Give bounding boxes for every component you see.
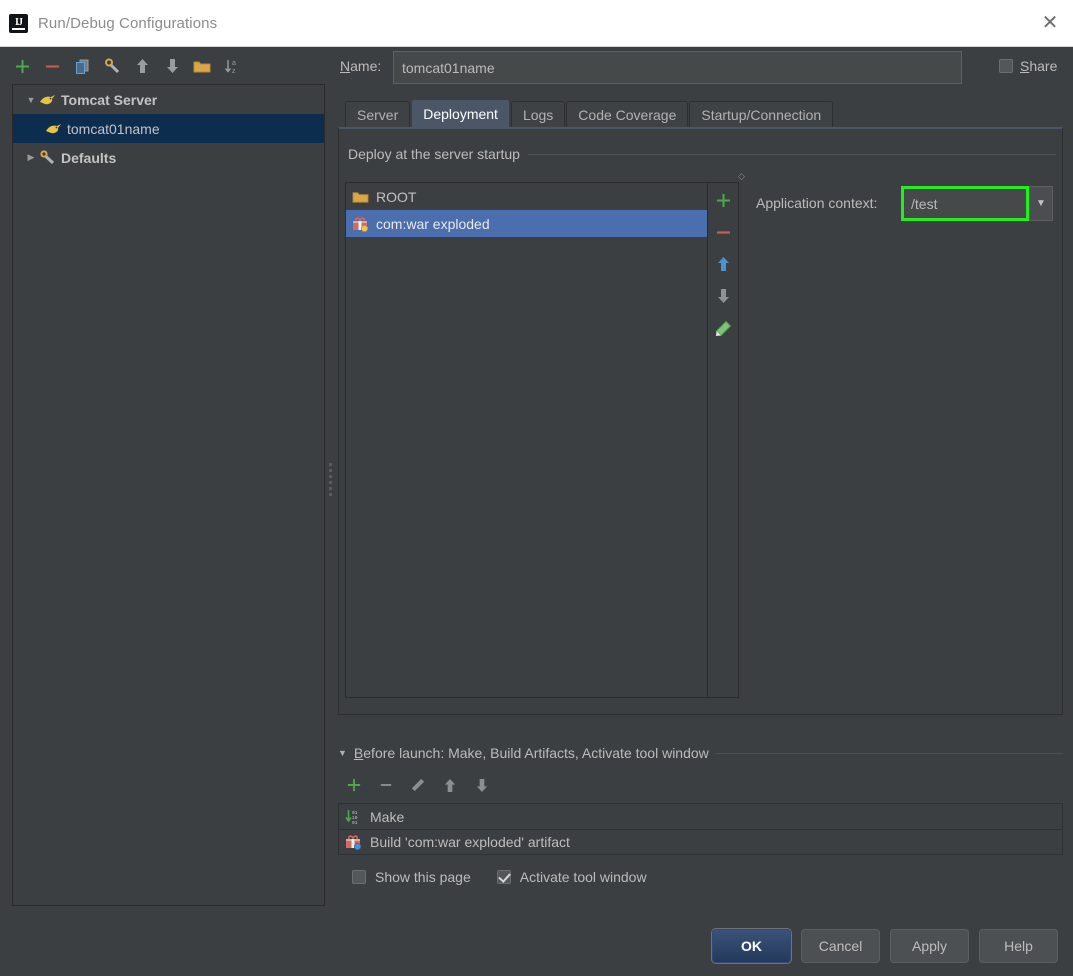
application-context-combobox[interactable]: /test ▼ xyxy=(901,186,1053,221)
edit-artifact-button[interactable] xyxy=(712,317,734,339)
dialog-buttons: OK Cancel Apply Help xyxy=(712,929,1058,963)
page-title: Run/Debug Configurations xyxy=(38,14,218,32)
list-item[interactable]: com:war exploded xyxy=(346,210,707,237)
deployment-artifacts-list[interactable]: ROOT com:war exploded xyxy=(345,182,708,698)
list-item-label: Make xyxy=(370,808,405,825)
configuration-tabs: Server Deployment Logs Code Coverage Sta… xyxy=(345,99,834,128)
resize-grip-icon: ◇ xyxy=(738,171,745,181)
section-divider xyxy=(527,153,1056,155)
edit-task-button[interactable] xyxy=(408,775,428,795)
checkbox-box[interactable] xyxy=(496,870,511,884)
list-item-label: ROOT xyxy=(376,188,417,205)
tab-server[interactable]: Server xyxy=(345,101,411,128)
deploy-section-header: Deploy at the server startup xyxy=(348,146,1056,162)
deploy-section-title: Deploy at the server startup xyxy=(348,146,520,162)
before-launch-toolbar xyxy=(344,775,492,795)
remove-task-button[interactable] xyxy=(376,775,396,795)
list-item[interactable]: Build 'com:war exploded' artifact xyxy=(338,829,1063,855)
add-configuration-button[interactable] xyxy=(12,56,32,76)
configurations-toolbar: a z xyxy=(12,52,262,80)
before-launch-tasks-list[interactable]: 01 10 01 Make Build 'com:war exploded' a… xyxy=(338,803,1063,855)
tomcat-icon xyxy=(40,94,55,104)
tab-logs[interactable]: Logs xyxy=(510,101,566,128)
show-this-page-checkbox[interactable]: Show this page xyxy=(352,869,471,885)
move-artifact-up-button[interactable] xyxy=(712,253,734,275)
tab-code-coverage[interactable]: Code Coverage xyxy=(566,101,689,128)
move-down-button[interactable] xyxy=(162,56,182,76)
checkbox-label: Activate tool window xyxy=(519,869,647,885)
artifact-icon xyxy=(353,216,369,232)
close-icon[interactable]: ✕ xyxy=(1027,0,1073,45)
svg-text:01: 01 xyxy=(352,820,358,825)
move-up-button[interactable] xyxy=(132,56,152,76)
move-artifact-down-button[interactable] xyxy=(712,285,734,307)
share-label: Share xyxy=(1020,58,1058,74)
share-checkbox[interactable]: Share xyxy=(999,58,1057,74)
intellij-logo-icon: IJ xyxy=(9,13,28,33)
create-folder-button[interactable] xyxy=(192,56,212,76)
add-artifact-button[interactable] xyxy=(712,189,734,211)
ok-button[interactable]: OK xyxy=(712,929,791,963)
tree-node-label: Tomcat Server xyxy=(61,91,158,108)
before-launch-header: ▼ Before launch: Make, Build Artifacts, … xyxy=(338,745,1063,761)
tree-node-label: Defaults xyxy=(61,149,117,166)
configurations-tree: ▼ Tomcat Server tomcat01name ▶ Defaults xyxy=(12,84,325,906)
help-button[interactable]: Help xyxy=(979,929,1058,963)
logo-text: IJ xyxy=(15,17,23,28)
move-task-down-button[interactable] xyxy=(472,775,492,795)
svg-text:z: z xyxy=(232,68,236,75)
run-debug-configurations-dialog: IJ Run/Debug Configurations ✕ a z ▼ Tomc… xyxy=(0,0,1073,976)
artifact-icon xyxy=(346,835,362,850)
checkbox-label: Show this page xyxy=(375,869,471,885)
add-task-button[interactable] xyxy=(344,775,364,795)
move-task-up-button[interactable] xyxy=(440,775,460,795)
tomcat-icon xyxy=(46,123,61,133)
svg-text:a: a xyxy=(232,60,236,67)
checkbox-box[interactable] xyxy=(352,870,366,884)
tab-startup-connection[interactable]: Startup/Connection xyxy=(689,101,834,128)
remove-configuration-button[interactable] xyxy=(42,56,62,76)
cancel-button[interactable]: Cancel xyxy=(801,929,880,963)
list-item[interactable]: ROOT xyxy=(346,183,707,210)
chevron-down-icon[interactable]: ▼ xyxy=(1029,186,1053,221)
apply-button[interactable]: Apply xyxy=(890,929,969,963)
list-item[interactable]: 01 10 01 Make xyxy=(338,803,1063,829)
tree-node-label: tomcat01name xyxy=(67,120,160,137)
name-input[interactable]: tomcat01name xyxy=(393,51,962,84)
make-icon: 01 10 01 xyxy=(345,809,358,825)
edit-defaults-wrench-button[interactable] xyxy=(102,56,122,76)
application-context-label: Application context: xyxy=(756,195,878,211)
application-context-input[interactable]: /test xyxy=(901,186,1029,221)
activate-tool-window-checkbox[interactable]: Activate tool window xyxy=(496,869,647,885)
name-label: Name: xyxy=(340,58,382,74)
chevron-right-icon[interactable]: ▶ xyxy=(23,152,39,163)
tree-node-tomcat01name[interactable]: tomcat01name xyxy=(13,114,324,143)
wrench-icon xyxy=(40,150,55,165)
deployment-list-toolbar xyxy=(708,182,739,698)
chevron-down-icon[interactable]: ▼ xyxy=(23,95,39,105)
list-item-label: com:war exploded xyxy=(376,215,490,232)
sort-alphabetically-button[interactable]: a z xyxy=(222,56,242,76)
title-bar: IJ Run/Debug Configurations ✕ xyxy=(0,0,1073,47)
folder-icon xyxy=(352,191,369,203)
tree-node-defaults[interactable]: ▶ Defaults xyxy=(13,143,324,172)
before-launch-title: Before launch: Make, Build Artifacts, Ac… xyxy=(353,745,709,761)
list-item-label: Build 'com:war exploded' artifact xyxy=(370,834,570,850)
copy-configuration-button[interactable] xyxy=(72,56,92,76)
share-checkbox-box[interactable] xyxy=(999,59,1013,73)
tree-node-tomcat-server[interactable]: ▼ Tomcat Server xyxy=(13,85,324,114)
before-launch-options: Show this page Activate tool window xyxy=(352,869,647,885)
tab-deployment[interactable]: Deployment xyxy=(411,99,510,128)
chevron-down-icon[interactable]: ▼ xyxy=(338,748,347,758)
remove-artifact-button[interactable] xyxy=(712,221,734,243)
panel-splitter-handle[interactable] xyxy=(327,455,333,503)
section-divider xyxy=(715,752,1063,754)
